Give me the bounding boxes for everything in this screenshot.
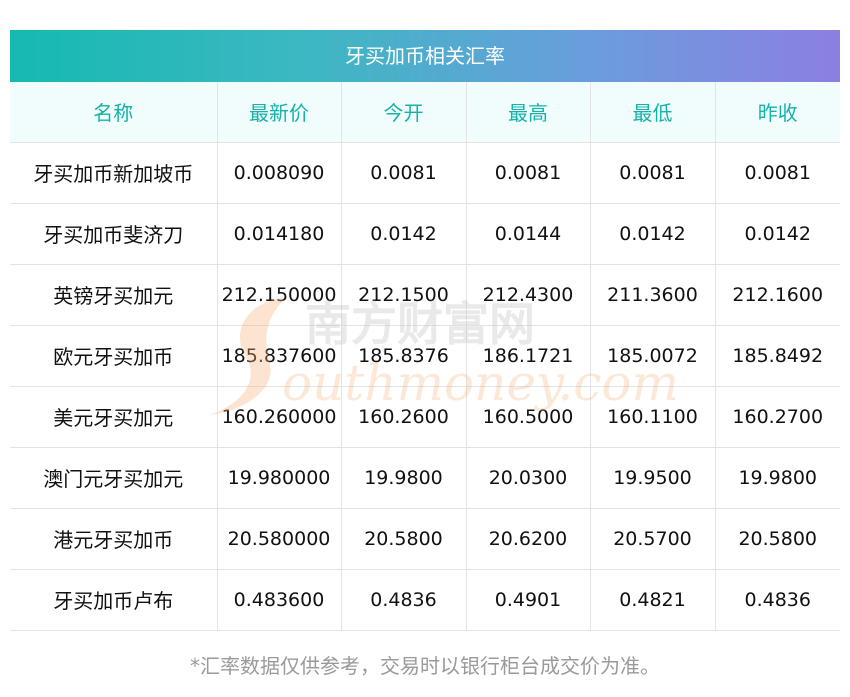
row-name-cell: 牙买加币新加坡币 xyxy=(10,142,217,204)
column-header-low: 最低 xyxy=(589,82,715,143)
row-low-cell: 160.1100 xyxy=(589,386,715,448)
row-high-cell: 212.4300 xyxy=(465,264,590,326)
column-header-name: 名称 xyxy=(10,82,217,143)
row-low-cell: 211.3600 xyxy=(589,264,715,326)
row-prev-close-cell: 160.2700 xyxy=(714,386,840,448)
row-name-cell: 英镑牙买加元 xyxy=(10,264,217,326)
row-high-cell: 20.0300 xyxy=(465,447,590,509)
row-open-cell: 0.0081 xyxy=(340,142,466,204)
row-prev-close-cell: 0.0142 xyxy=(714,203,840,265)
row-high-cell: 0.0144 xyxy=(465,203,590,265)
row-latest-cell: 212.150000 xyxy=(216,264,341,326)
row-name-cell: 牙买加币卢布 xyxy=(10,569,217,631)
table-row: 牙买加币斐济刀 0.014180 0.0142 0.0144 0.0142 0.… xyxy=(10,203,840,265)
disclaimer-footnote: *汇率数据仅供参考，交易时以银行柜台成交价为准。 xyxy=(190,654,660,678)
exchange-rate-table: 名称 最新价 今开 最高 最低 昨收 牙买加币新加坡币 0.008090 0.0… xyxy=(10,82,840,631)
row-low-cell: 185.0072 xyxy=(589,325,715,387)
row-low-cell: 20.5700 xyxy=(589,508,715,570)
table-row: 澳门元牙买加元 19.980000 19.9800 20.0300 19.950… xyxy=(10,447,840,509)
row-name-cell: 美元牙买加元 xyxy=(10,386,217,448)
row-low-cell: 0.0142 xyxy=(589,203,715,265)
row-prev-close-cell: 185.8492 xyxy=(714,325,840,387)
row-name-cell: 牙买加币斐济刀 xyxy=(10,203,217,265)
row-open-cell: 19.9800 xyxy=(340,447,466,509)
row-open-cell: 20.5800 xyxy=(340,508,466,570)
row-high-cell: 160.5000 xyxy=(465,386,590,448)
row-latest-cell: 0.014180 xyxy=(216,203,341,265)
row-prev-close-cell: 212.1600 xyxy=(714,264,840,326)
column-header-high: 最高 xyxy=(465,82,590,143)
row-prev-close-cell: 0.4836 xyxy=(714,569,840,631)
table-row: 港元牙买加币 20.580000 20.5800 20.6200 20.5700… xyxy=(10,508,840,570)
row-latest-cell: 0.483600 xyxy=(216,569,341,631)
row-open-cell: 212.1500 xyxy=(340,264,466,326)
column-header-latest: 最新价 xyxy=(216,82,341,143)
row-prev-close-cell: 20.5800 xyxy=(714,508,840,570)
row-name-cell: 欧元牙买加币 xyxy=(10,325,217,387)
row-high-cell: 0.0081 xyxy=(465,142,590,204)
table-title: 牙买加币相关汇率 xyxy=(10,30,840,82)
row-latest-cell: 20.580000 xyxy=(216,508,341,570)
row-high-cell: 20.6200 xyxy=(465,508,590,570)
rate-table-card: 牙买加币相关汇率 名称 最新价 今开 最高 最低 昨收 牙买加币新加坡币 0.0… xyxy=(10,30,840,631)
row-name-cell: 港元牙买加币 xyxy=(10,508,217,570)
table-header-row: 名称 最新价 今开 最高 最低 昨收 xyxy=(10,82,840,143)
row-open-cell: 160.2600 xyxy=(340,386,466,448)
row-prev-close-cell: 0.0081 xyxy=(714,142,840,204)
row-low-cell: 0.0081 xyxy=(589,142,715,204)
row-low-cell: 19.9500 xyxy=(589,447,715,509)
column-header-open: 今开 xyxy=(340,82,466,143)
table-row: 美元牙买加元 160.260000 160.2600 160.5000 160.… xyxy=(10,386,840,448)
row-latest-cell: 160.260000 xyxy=(216,386,341,448)
row-name-cell: 澳门元牙买加元 xyxy=(10,447,217,509)
row-latest-cell: 185.837600 xyxy=(216,325,341,387)
row-prev-close-cell: 19.9800 xyxy=(714,447,840,509)
table-row: 牙买加币新加坡币 0.008090 0.0081 0.0081 0.0081 0… xyxy=(10,142,840,204)
row-latest-cell: 0.008090 xyxy=(216,142,341,204)
row-open-cell: 185.8376 xyxy=(340,325,466,387)
row-latest-cell: 19.980000 xyxy=(216,447,341,509)
row-open-cell: 0.4836 xyxy=(340,569,466,631)
table-row: 欧元牙买加币 185.837600 185.8376 186.1721 185.… xyxy=(10,325,840,387)
row-high-cell: 0.4901 xyxy=(465,569,590,631)
column-header-prev-close: 昨收 xyxy=(714,82,840,143)
table-row: 英镑牙买加元 212.150000 212.1500 212.4300 211.… xyxy=(10,264,840,326)
row-high-cell: 186.1721 xyxy=(465,325,590,387)
table-row: 牙买加币卢布 0.483600 0.4836 0.4901 0.4821 0.4… xyxy=(10,569,840,631)
row-open-cell: 0.0142 xyxy=(340,203,466,265)
row-low-cell: 0.4821 xyxy=(589,569,715,631)
